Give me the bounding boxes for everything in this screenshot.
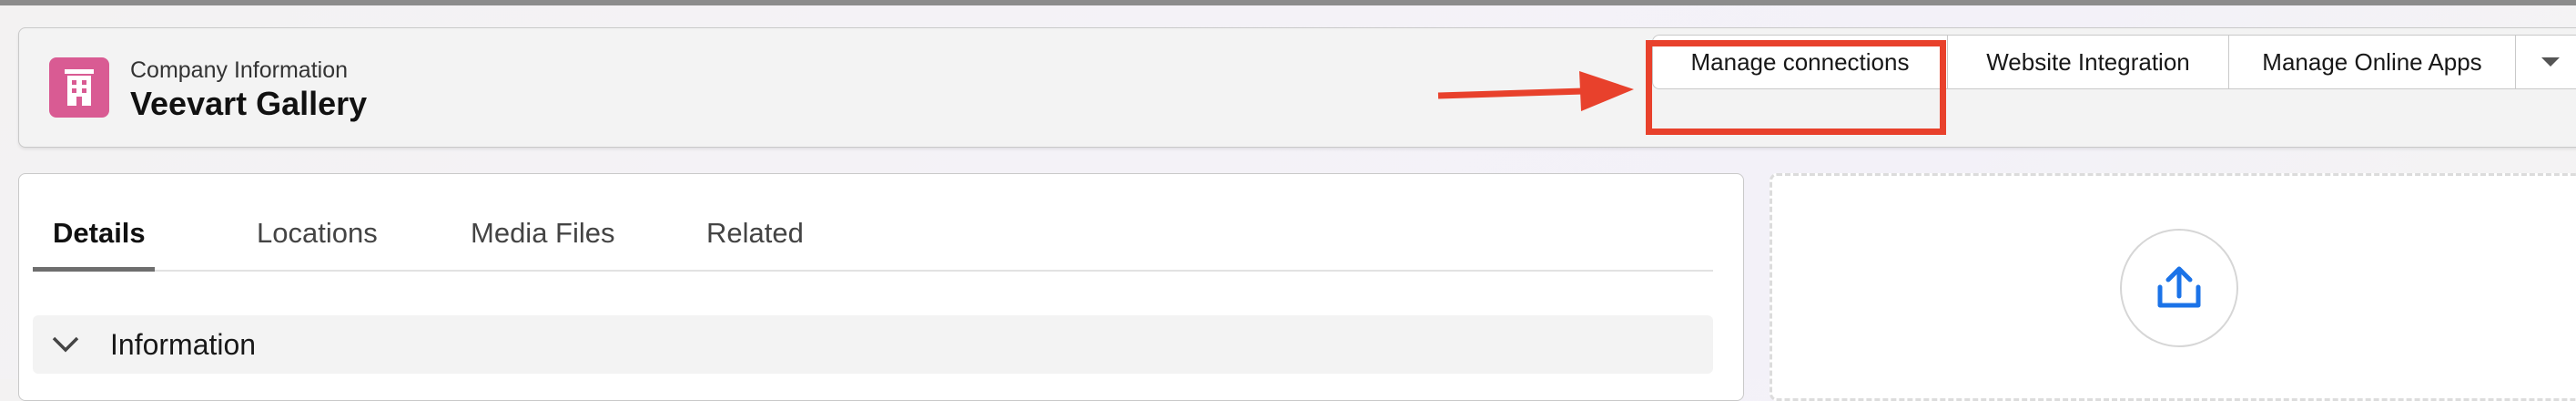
tab-label: Locations: [257, 217, 378, 249]
tab-related[interactable]: Related: [706, 217, 804, 250]
active-tab-indicator: [33, 267, 155, 272]
annotation-highlight-box: [1646, 40, 1946, 135]
record-tabs: Details Locations Media Files Related: [33, 200, 1713, 272]
upload-icon: [2157, 266, 2201, 308]
chevron-down-icon: [52, 336, 79, 353]
tab-locations[interactable]: Locations: [257, 217, 378, 250]
manage-online-apps-button[interactable]: Manage Online Apps: [2228, 35, 2516, 89]
tab-label: Details: [53, 217, 146, 249]
upload-button[interactable]: [2120, 229, 2238, 347]
tab-label: Media Files: [471, 217, 615, 249]
record-title: Veevart Gallery: [130, 85, 368, 122]
top-border: [0, 0, 2576, 5]
website-integration-button[interactable]: Website Integration: [1947, 35, 2229, 89]
more-actions-button[interactable]: [2515, 35, 2576, 89]
chevron-down-icon: [2541, 57, 2560, 67]
tab-label: Related: [706, 217, 804, 249]
building-icon: [49, 57, 109, 118]
tab-details[interactable]: Details: [53, 217, 146, 250]
information-section-header[interactable]: Information: [33, 315, 1713, 374]
tab-media-files[interactable]: Media Files: [471, 217, 615, 250]
annotation-arrow: [1437, 71, 1634, 111]
record-type-label: Company Information: [130, 57, 349, 83]
section-title: Information: [110, 328, 257, 361]
